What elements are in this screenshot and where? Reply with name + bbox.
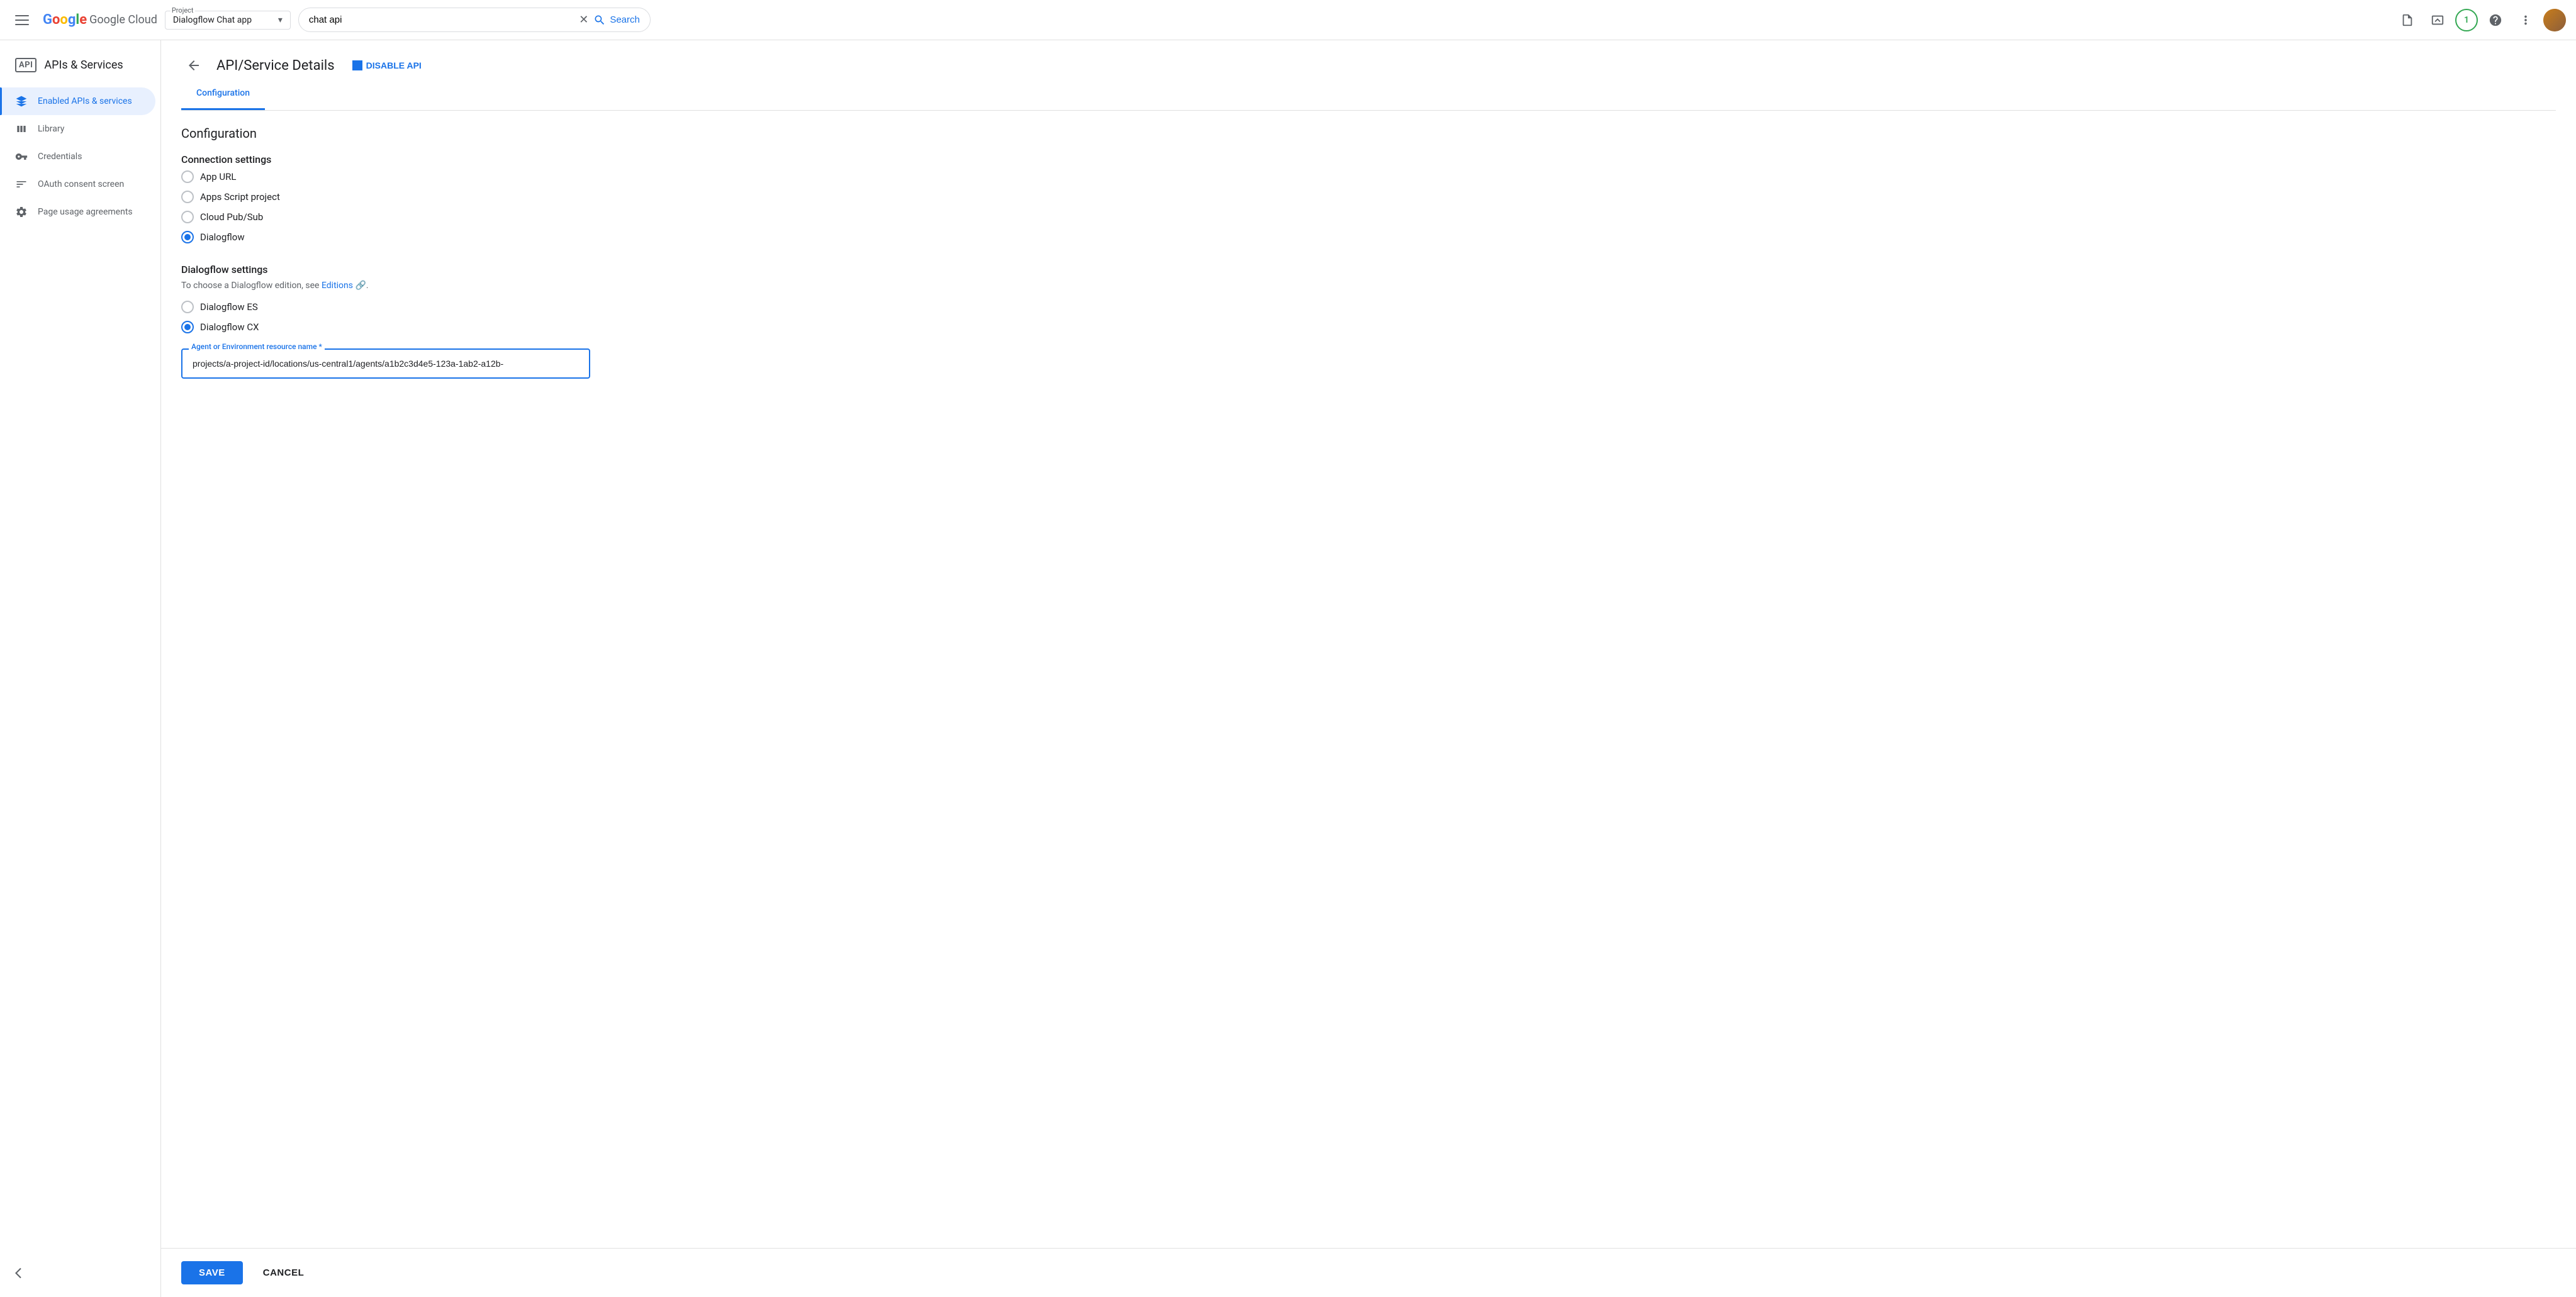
sidebar-item-credentials[interactable]: Credentials bbox=[0, 143, 155, 170]
connection-settings: Connection settings App URL Apps Script … bbox=[181, 153, 2556, 243]
dialogflow-settings: Dialogflow settings To choose a Dialogfl… bbox=[181, 264, 2556, 379]
notification-badge[interactable]: 1 bbox=[2455, 9, 2478, 31]
radio-dialogflow-es-input[interactable] bbox=[181, 301, 194, 313]
connection-radio-group: App URL Apps Script project Cloud Pub/Su… bbox=[181, 170, 2556, 243]
sidebar-header: API APIs & Services bbox=[0, 48, 160, 87]
back-arrow-icon bbox=[186, 58, 201, 73]
search-bar: ✕ Search bbox=[298, 8, 651, 32]
oauth-label: OAuth consent screen bbox=[38, 179, 124, 189]
project-dropdown-icon: ▾ bbox=[278, 15, 283, 25]
oauth-icon bbox=[15, 178, 28, 191]
radio-cloud-pubsub-label: Cloud Pub/Sub bbox=[200, 211, 263, 223]
document-icon bbox=[2400, 13, 2414, 27]
api-badge: API bbox=[15, 58, 36, 72]
project-value: Dialogflow Chat app bbox=[173, 15, 273, 25]
cloud-shell-button[interactable] bbox=[2425, 8, 2450, 33]
editions-link[interactable]: Editions bbox=[322, 281, 353, 291]
enabled-apis-icon bbox=[15, 95, 28, 108]
radio-apps-script-label: Apps Script project bbox=[200, 191, 280, 203]
resource-field-input[interactable] bbox=[181, 348, 590, 379]
sidebar-item-enabled[interactable]: Enabled APIs & services bbox=[0, 87, 155, 115]
sidebar-item-library[interactable]: Library bbox=[0, 115, 155, 143]
radio-dialogflow-cx[interactable]: Dialogflow CX bbox=[181, 321, 2556, 333]
main-layout: API APIs & Services Enabled APIs & servi… bbox=[0, 40, 2576, 1297]
project-selector[interactable]: Project Dialogflow Chat app ▾ bbox=[165, 11, 291, 30]
cancel-button[interactable]: CANCEL bbox=[253, 1261, 315, 1284]
radio-app-url-label: App URL bbox=[200, 171, 236, 182]
search-icon bbox=[593, 14, 606, 26]
transcription-button[interactable] bbox=[2395, 8, 2420, 33]
sidebar-item-oauth[interactable]: OAuth consent screen bbox=[0, 170, 155, 198]
sidebar-bottom bbox=[0, 1257, 160, 1289]
disable-api-icon bbox=[352, 60, 362, 70]
radio-dialogflow-label: Dialogflow bbox=[200, 231, 245, 243]
page-usage-icon bbox=[15, 206, 28, 218]
notification-count: 1 bbox=[2464, 15, 2469, 25]
radio-apps-script[interactable]: Apps Script project bbox=[181, 191, 2556, 203]
credentials-label: Credentials bbox=[38, 152, 82, 162]
radio-cloud-pubsub[interactable]: Cloud Pub/Sub bbox=[181, 211, 2556, 223]
radio-apps-script-input[interactable] bbox=[181, 191, 194, 203]
save-button[interactable]: SAVE bbox=[181, 1261, 243, 1284]
more-options-button[interactable] bbox=[2513, 8, 2538, 33]
page-title: API/Service Details bbox=[216, 58, 335, 74]
disable-api-label: DISABLE API bbox=[366, 60, 422, 70]
radio-dialogflow-input[interactable] bbox=[181, 231, 194, 243]
menu-icon bbox=[15, 13, 30, 28]
main-content: API/Service Details DISABLE API Configur… bbox=[161, 40, 2576, 1297]
help-button[interactable] bbox=[2483, 8, 2508, 33]
config-heading: Configuration bbox=[181, 126, 2556, 141]
library-icon bbox=[15, 123, 28, 135]
back-button[interactable] bbox=[181, 53, 206, 78]
config-section: Configuration Connection settings App UR… bbox=[161, 111, 2576, 1248]
resource-field-label: Agent or Environment resource name * bbox=[189, 342, 325, 351]
library-label: Library bbox=[38, 124, 64, 134]
topbar-actions: 1 bbox=[2395, 8, 2566, 33]
enabled-apis-label: Enabled APIs & services bbox=[38, 96, 132, 106]
sidebar-title: APIs & Services bbox=[44, 58, 123, 72]
help-icon bbox=[2489, 13, 2502, 27]
page-header: API/Service Details DISABLE API bbox=[161, 40, 2576, 78]
topbar: Google Google Cloud Project Dialogflow C… bbox=[0, 0, 2576, 40]
menu-button[interactable] bbox=[10, 8, 35, 33]
disable-api-button[interactable]: DISABLE API bbox=[345, 55, 429, 75]
search-button[interactable]: Search bbox=[593, 14, 640, 26]
tab-configuration[interactable]: Configuration bbox=[181, 78, 265, 110]
credentials-icon bbox=[15, 150, 28, 163]
sidebar-collapse-button[interactable] bbox=[15, 1267, 145, 1279]
search-input[interactable] bbox=[309, 14, 574, 25]
radio-app-url[interactable]: App URL bbox=[181, 170, 2556, 183]
terminal-icon bbox=[2431, 13, 2444, 27]
connection-settings-heading: Connection settings bbox=[181, 153, 2556, 165]
radio-cloud-pubsub-input[interactable] bbox=[181, 211, 194, 223]
sidebar: API APIs & Services Enabled APIs & servi… bbox=[0, 40, 161, 1297]
radio-dialogflow-es[interactable]: Dialogflow ES bbox=[181, 301, 2556, 313]
tabs-bar: Configuration bbox=[181, 78, 2556, 111]
radio-dialogflow-cx-input[interactable] bbox=[181, 321, 194, 333]
project-label: Project bbox=[171, 6, 195, 14]
avatar-image bbox=[2543, 9, 2566, 31]
google-cloud-logo[interactable]: Google Google Cloud bbox=[43, 12, 157, 28]
search-button-label: Search bbox=[610, 14, 640, 25]
collapse-icon bbox=[15, 1267, 28, 1279]
dialogflow-description: To choose a Dialogflow edition, see Edit… bbox=[181, 281, 2556, 291]
dialogflow-radio-group: Dialogflow ES Dialogflow CX bbox=[181, 301, 2556, 333]
more-vert-icon bbox=[2519, 13, 2533, 27]
search-clear-icon[interactable]: ✕ bbox=[579, 13, 588, 26]
page-usage-label: Page usage agreements bbox=[38, 207, 133, 217]
resource-field-wrapper: Agent or Environment resource name * bbox=[181, 348, 590, 379]
radio-dialogflow-cx-label: Dialogflow CX bbox=[200, 321, 259, 333]
footer: SAVE CANCEL bbox=[161, 1248, 2576, 1297]
dialogflow-settings-heading: Dialogflow settings bbox=[181, 264, 2556, 276]
radio-dialogflow-es-label: Dialogflow ES bbox=[200, 301, 258, 313]
avatar[interactable] bbox=[2543, 9, 2566, 31]
radio-app-url-input[interactable] bbox=[181, 170, 194, 183]
radio-dialogflow[interactable]: Dialogflow bbox=[181, 231, 2556, 243]
sidebar-item-page-usage[interactable]: Page usage agreements bbox=[0, 198, 155, 226]
